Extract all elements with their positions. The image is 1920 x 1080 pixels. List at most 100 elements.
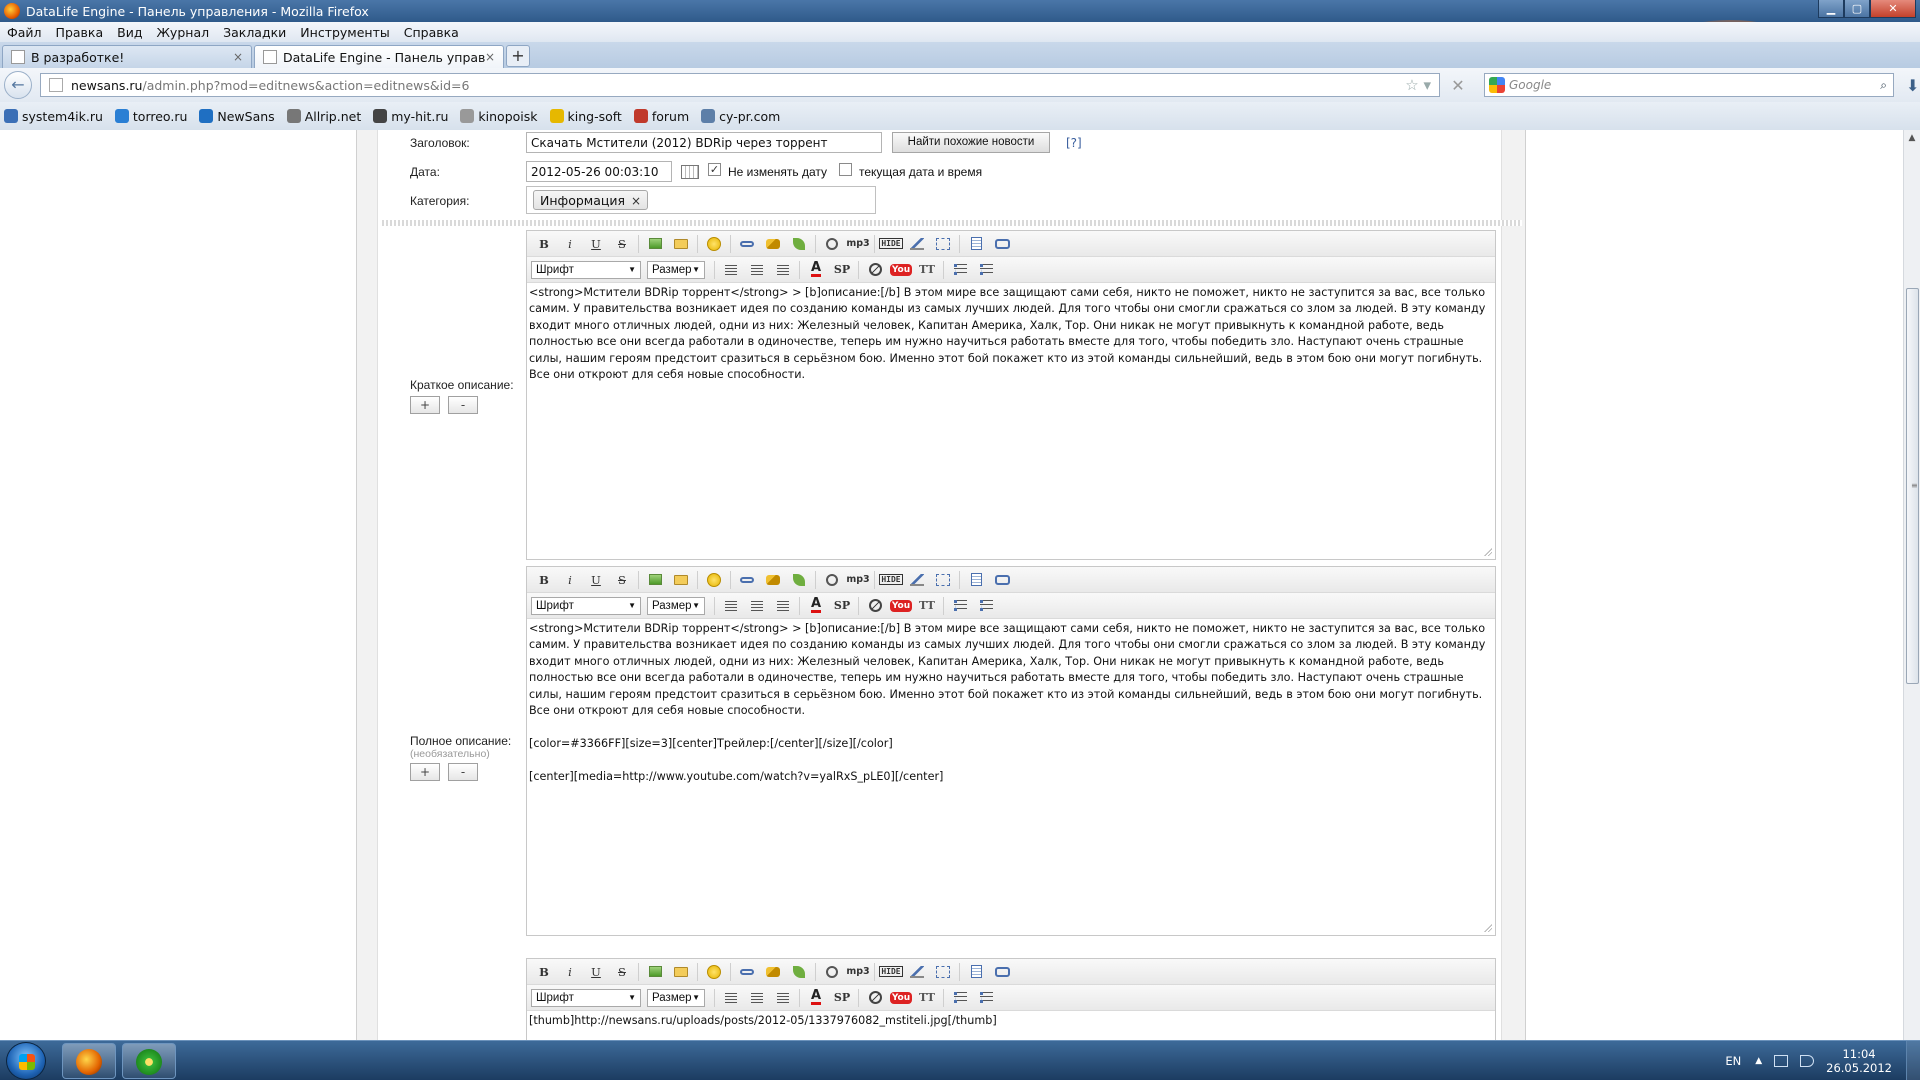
numbered-list-button[interactable] xyxy=(973,596,999,616)
clear-format-button[interactable] xyxy=(862,260,888,280)
bookmark-item[interactable]: NewSans xyxy=(199,109,275,124)
tab-close-icon[interactable]: × xyxy=(485,50,495,64)
media-button[interactable] xyxy=(819,570,845,590)
size-select[interactable]: Размер ▼ xyxy=(647,260,705,279)
bookmark-item[interactable]: cy-pr.com xyxy=(701,109,780,124)
align-right-button[interactable] xyxy=(770,988,796,1008)
full-expand-button[interactable]: + xyxy=(410,763,440,781)
code-button[interactable] xyxy=(904,234,930,254)
menu-view[interactable]: Вид xyxy=(110,25,149,40)
insert-image-button[interactable] xyxy=(642,570,668,590)
quote-button[interactable] xyxy=(930,962,956,982)
size-select[interactable]: Размер ▼ xyxy=(647,988,705,1007)
short-description-textarea[interactable]: <strong>Мстители BDRip торрент</strong> … xyxy=(527,283,1495,559)
translit-button[interactable]: TT xyxy=(914,596,940,616)
align-right-button[interactable] xyxy=(770,596,796,616)
insert-link-button[interactable] xyxy=(734,570,760,590)
italic-button[interactable]: i xyxy=(557,234,583,254)
font-select[interactable]: Шрифт ▼ xyxy=(531,260,641,279)
stop-icon[interactable]: ✕ xyxy=(1448,76,1468,95)
mp3-button[interactable]: mp3 xyxy=(845,962,871,982)
leech-link-button[interactable] xyxy=(760,570,786,590)
hide-button[interactable]: HIDE xyxy=(878,234,904,254)
upload-button[interactable] xyxy=(668,234,694,254)
spoiler-button[interactable]: SP xyxy=(829,260,855,280)
language-indicator[interactable]: EN xyxy=(1725,1054,1741,1068)
align-right-button[interactable] xyxy=(770,260,796,280)
insert-link-button[interactable] xyxy=(734,962,760,982)
smiley-button[interactable] xyxy=(701,570,727,590)
bookmark-item[interactable]: Allrip.net xyxy=(286,109,361,124)
upload-button[interactable] xyxy=(668,962,694,982)
menu-bookmarks[interactable]: Закладки xyxy=(216,25,293,40)
code-button[interactable] xyxy=(904,570,930,590)
title-input[interactable]: Скачать Мстители (2012) BDRip через торр… xyxy=(526,132,882,153)
upload-button[interactable] xyxy=(668,570,694,590)
underline-button[interactable]: U xyxy=(583,570,609,590)
italic-button[interactable]: i xyxy=(557,962,583,982)
quote-button[interactable] xyxy=(930,234,956,254)
bold-button[interactable]: B xyxy=(531,234,557,254)
font-select[interactable]: Шрифт ▼ xyxy=(531,988,641,1007)
menu-help[interactable]: Справка xyxy=(397,25,466,40)
spoiler-button[interactable]: SP xyxy=(829,596,855,616)
strike-button[interactable]: S xyxy=(609,962,635,982)
full-shrink-button[interactable]: - xyxy=(448,763,478,781)
align-left-button[interactable] xyxy=(718,260,744,280)
spellcheck-button[interactable] xyxy=(989,570,1015,590)
clear-format-button[interactable] xyxy=(862,596,888,616)
bookmark-item[interactable]: system4ik.ru xyxy=(4,109,103,124)
full-description-textarea[interactable]: <strong>Мстители BDRip торрент</strong> … xyxy=(527,619,1495,935)
email-button[interactable] xyxy=(786,234,812,254)
page-break-button[interactable] xyxy=(963,234,989,254)
taskbar-firefox-button[interactable] xyxy=(62,1043,116,1079)
text-color-button[interactable]: A xyxy=(803,988,829,1008)
extra-field-textarea[interactable]: [thumb]http://newsans.ru/uploads/posts/2… xyxy=(527,1011,1495,1040)
tab-close-icon[interactable]: × xyxy=(233,50,243,64)
page-scrollbar[interactable]: ▲ ≡ xyxy=(1903,130,1920,1040)
clear-format-button[interactable] xyxy=(862,988,888,1008)
smiley-button[interactable] xyxy=(701,962,727,982)
text-color-button[interactable]: A xyxy=(803,596,829,616)
bullet-list-button[interactable] xyxy=(947,988,973,1008)
bullet-list-button[interactable] xyxy=(947,260,973,280)
font-select[interactable]: Шрифт ▼ xyxy=(531,596,641,615)
date-input[interactable]: 2012-05-26 00:03:10 xyxy=(526,161,672,182)
align-left-button[interactable] xyxy=(718,596,744,616)
short-shrink-button[interactable]: - xyxy=(448,396,478,414)
back-button[interactable]: ← xyxy=(4,71,32,99)
start-button[interactable] xyxy=(6,1042,46,1080)
minimize-button[interactable]: ▁ xyxy=(1818,0,1844,18)
url-bar[interactable]: newsans.ru /admin.php?mod=editnews&actio… xyxy=(40,73,1440,97)
spellcheck-button[interactable] xyxy=(989,962,1015,982)
menu-history[interactable]: Журнал xyxy=(149,25,216,40)
close-window-button[interactable]: ✕ xyxy=(1870,0,1916,18)
email-button[interactable] xyxy=(786,962,812,982)
mp3-button[interactable]: mp3 xyxy=(845,570,871,590)
hide-button[interactable]: HIDE xyxy=(878,570,904,590)
align-center-button[interactable] xyxy=(744,988,770,1008)
align-center-button[interactable] xyxy=(744,596,770,616)
youtube-button[interactable]: You xyxy=(888,988,914,1008)
code-button[interactable] xyxy=(904,962,930,982)
downloads-icon[interactable]: ⬇ xyxy=(1906,76,1919,95)
show-desktop-button[interactable] xyxy=(1906,1041,1920,1080)
tray-expand-icon[interactable]: ▲ xyxy=(1755,1056,1762,1066)
mp3-button[interactable]: mp3 xyxy=(845,234,871,254)
page-break-button[interactable] xyxy=(963,962,989,982)
scrollbar-thumb[interactable]: ≡ xyxy=(1906,288,1919,684)
bookmark-item[interactable]: king-soft xyxy=(549,109,622,124)
bookmark-item[interactable]: forum xyxy=(633,109,689,124)
remove-category-icon[interactable]: × xyxy=(631,194,641,208)
numbered-list-button[interactable] xyxy=(973,260,999,280)
bullet-list-button[interactable] xyxy=(947,596,973,616)
bold-button[interactable]: B xyxy=(531,570,557,590)
calendar-icon[interactable] xyxy=(681,165,699,179)
email-button[interactable] xyxy=(786,570,812,590)
new-tab-button[interactable]: + xyxy=(506,45,530,67)
bookmark-item[interactable]: kinopoisk xyxy=(460,109,538,124)
hide-button[interactable]: HIDE xyxy=(878,962,904,982)
size-select[interactable]: Размер ▼ xyxy=(647,596,705,615)
keep-date-checkbox[interactable]: ✓ xyxy=(708,163,721,176)
tab-datalife-admin[interactable]: DataLife Engine - Панель управления × xyxy=(254,45,504,68)
